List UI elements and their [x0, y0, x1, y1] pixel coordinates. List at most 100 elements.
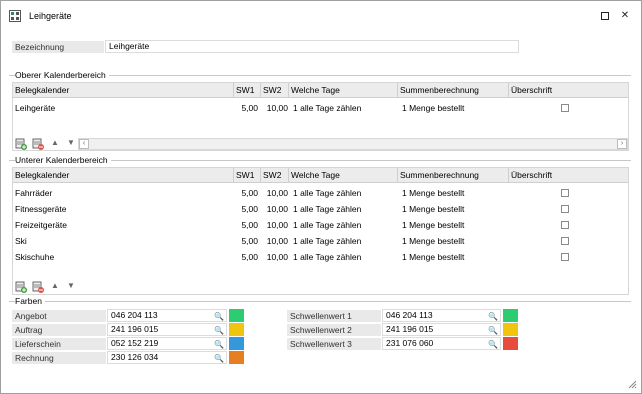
oberer-row-0-tage[interactable]: 1 alle Tage zählen [291, 100, 398, 116]
unterer-row-2-tage[interactable]: 1 alle Tage zählen [291, 217, 398, 233]
magnifier-icon[interactable]: 🔍 [488, 310, 498, 323]
bezeichnung-input[interactable]: Leihgeräte [105, 40, 519, 53]
delete-row-icon[interactable] [32, 281, 44, 293]
unterer-row-1-sw2[interactable]: 10,00 [261, 201, 291, 217]
rechnung-color-input[interactable]: 230 126 034 🔍 [107, 351, 227, 364]
schwellenwert-1-color-input[interactable]: 046 204 113 🔍 [382, 309, 501, 322]
unterer-row-0-tage[interactable]: 1 alle Tage zählen [291, 185, 398, 201]
unterer-toolbar: ▲ ▼ [15, 281, 85, 293]
calendar-grid-icon [9, 10, 21, 22]
col-header-welche-tage[interactable]: Welche Tage [289, 168, 398, 183]
col-header-sw1[interactable]: SW1 [234, 168, 261, 183]
lieferschein-color-input[interactable]: 052 152 219 🔍 [107, 337, 227, 350]
unterer-row-2-name[interactable]: Freizeitgeräte [13, 217, 234, 233]
title-bar: Leihgeräte ✕ [1, 1, 641, 31]
add-row-icon[interactable] [15, 281, 27, 293]
oberer-row-0-name[interactable]: Leihgeräte [13, 100, 234, 116]
oberer-section-title: Oberer Kalenderbereich [15, 70, 109, 80]
col-header-ueberschrift[interactable]: Überschrift [509, 168, 628, 183]
unterer-row-0-summe[interactable]: 1 Menge bestellt [400, 185, 509, 201]
unterer-row-1-ueberschrift-checkbox[interactable] [561, 205, 569, 213]
oberer-row-0-sw1[interactable]: 5,00 [234, 100, 261, 116]
angebot-label: Angebot [12, 310, 106, 322]
rechnung-label: Rechnung [12, 352, 106, 364]
schwellenwert-3-color-input[interactable]: 231 076 060 🔍 [382, 337, 501, 350]
move-up-icon[interactable]: ▲ [51, 138, 59, 147]
magnifier-icon[interactable]: 🔍 [214, 352, 224, 365]
unterer-row-2-sw2[interactable]: 10,00 [261, 217, 291, 233]
move-up-icon[interactable]: ▲ [51, 281, 59, 290]
resize-grip-icon[interactable] [628, 380, 637, 389]
magnifier-icon[interactable]: 🔍 [214, 338, 224, 351]
auftrag-color-input[interactable]: 241 196 015 🔍 [107, 323, 227, 336]
unterer-row-3-name[interactable]: Ski [13, 233, 234, 249]
move-down-icon[interactable]: ▼ [67, 281, 75, 290]
scroll-left-button[interactable]: ‹ [79, 139, 89, 149]
unterer-section-title: Unterer Kalenderbereich [15, 155, 111, 165]
unterer-row-3-summe[interactable]: 1 Menge bestellt [400, 233, 509, 249]
oberer-row-0-summe[interactable]: 1 Menge bestellt [400, 100, 509, 116]
col-header-summenberechnung[interactable]: Summenberechnung [398, 168, 509, 183]
unterer-row-4-summe[interactable]: 1 Menge bestellt [400, 249, 509, 265]
col-header-sw2[interactable]: SW2 [261, 168, 289, 183]
col-header-sw1[interactable]: SW1 [234, 83, 261, 98]
unterer-row-3-ueberschrift-checkbox[interactable] [561, 237, 569, 245]
unterer-row-0-name[interactable]: Fahrräder [13, 185, 234, 201]
unterer-row-4-sw2[interactable]: 10,00 [261, 249, 291, 265]
add-row-icon[interactable] [15, 138, 27, 150]
magnifier-icon[interactable]: 🔍 [214, 310, 224, 323]
oberer-row-0-sw2[interactable]: 10,00 [261, 100, 291, 116]
schwellenwert-3-label: Schwellenwert 3 [287, 338, 381, 350]
unterer-row-2-ueberschrift-checkbox[interactable] [561, 221, 569, 229]
unterer-row-4-tage[interactable]: 1 alle Tage zählen [291, 249, 398, 265]
magnifier-icon[interactable]: 🔍 [488, 324, 498, 337]
rechnung-color-swatch[interactable] [229, 351, 244, 364]
schwellenwert-2-color-swatch[interactable] [503, 323, 518, 336]
schwellenwert-2-label: Schwellenwert 2 [287, 324, 381, 336]
schwellenwert-1-color-swatch[interactable] [503, 309, 518, 322]
unterer-row-1-sw1[interactable]: 5,00 [234, 201, 261, 217]
magnifier-icon[interactable]: 🔍 [488, 338, 498, 351]
scroll-right-button[interactable]: › [617, 139, 627, 149]
auftrag-color-value: 241 196 015 [111, 324, 159, 334]
col-header-sw2[interactable]: SW2 [261, 83, 289, 98]
maximize-button[interactable] [598, 9, 612, 23]
magnifier-icon[interactable]: 🔍 [214, 324, 224, 337]
angebot-color-input[interactable]: 046 204 113 🔍 [107, 309, 227, 322]
unterer-row-2-summe[interactable]: 1 Menge bestellt [400, 217, 509, 233]
oberer-horizontal-scrollbar[interactable]: ‹ › [78, 138, 628, 150]
unterer-row-1-name[interactable]: Fitnessgeräte [13, 201, 234, 217]
unterer-row-3-sw1[interactable]: 5,00 [234, 233, 261, 249]
delete-row-icon[interactable] [32, 138, 44, 150]
oberer-row-0-ueberschrift-checkbox[interactable] [561, 104, 569, 112]
oberer-grid: Belegkalender SW1 SW2 Welche Tage Summen… [12, 82, 629, 151]
lieferschein-label: Lieferschein [12, 338, 106, 350]
unterer-row-3-sw2[interactable]: 10,00 [261, 233, 291, 249]
close-button[interactable]: ✕ [618, 9, 632, 23]
unterer-row-2-sw1[interactable]: 5,00 [234, 217, 261, 233]
auftrag-color-swatch[interactable] [229, 323, 244, 336]
unterer-row-4-ueberschrift-checkbox[interactable] [561, 253, 569, 261]
rechnung-color-value: 230 126 034 [111, 352, 159, 362]
unterer-row-4-name[interactable]: Skischuhe [13, 249, 234, 265]
unterer-row-0-sw1[interactable]: 5,00 [234, 185, 261, 201]
col-header-ueberschrift[interactable]: Überschrift [509, 83, 628, 98]
angebot-color-swatch[interactable] [229, 309, 244, 322]
lieferschein-color-swatch[interactable] [229, 337, 244, 350]
unterer-row-1-tage[interactable]: 1 alle Tage zählen [291, 201, 398, 217]
unterer-row-4-sw1[interactable]: 5,00 [234, 249, 261, 265]
farben-section-title: Farben [15, 296, 45, 306]
col-header-belegkalender[interactable]: Belegkalender [13, 83, 234, 98]
col-header-summenberechnung[interactable]: Summenberechnung [398, 83, 509, 98]
schwellenwert-1-color-value: 046 204 113 [386, 310, 433, 320]
unterer-row-1-summe[interactable]: 1 Menge bestellt [400, 201, 509, 217]
col-header-welche-tage[interactable]: Welche Tage [289, 83, 398, 98]
unterer-row-0-sw2[interactable]: 10,00 [261, 185, 291, 201]
col-header-belegkalender[interactable]: Belegkalender [13, 168, 234, 183]
bezeichnung-label: Bezeichnung [12, 41, 104, 53]
schwellenwert-2-color-input[interactable]: 241 196 015 🔍 [382, 323, 501, 336]
unterer-row-0-ueberschrift-checkbox[interactable] [561, 189, 569, 197]
unterer-row-3-tage[interactable]: 1 alle Tage zählen [291, 233, 398, 249]
schwellenwert-3-color-swatch[interactable] [503, 337, 518, 350]
move-down-icon[interactable]: ▼ [67, 138, 75, 147]
